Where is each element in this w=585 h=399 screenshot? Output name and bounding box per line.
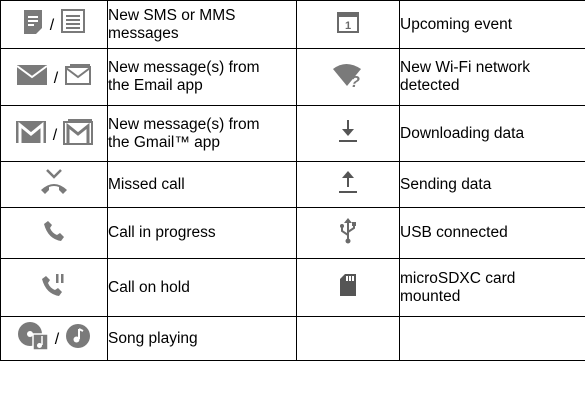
table-row: / New SMS or MMS messages 1 Upcoming eve… — [0, 0, 585, 49]
icon-cell — [0, 258, 108, 317]
upload-icon — [338, 170, 358, 194]
description-cell: Sending data — [399, 161, 585, 208]
description-cell: Song playing — [107, 316, 297, 361]
icon-cell — [296, 258, 400, 317]
description-cell: USB connected — [399, 207, 585, 259]
table-row: Missed call Sending data — [0, 161, 585, 208]
icon-cell: / — [0, 48, 108, 106]
description-cell: Upcoming event — [399, 0, 585, 49]
separator: / — [49, 17, 55, 34]
email-icon — [16, 64, 48, 86]
gmail-icon — [15, 120, 47, 144]
status-icons-table: / New SMS or MMS messages 1 Upcoming eve… — [0, 0, 585, 361]
call-icon — [43, 220, 65, 242]
table-row: / New message(s) from the Gmail™ app Dow… — [0, 105, 585, 162]
calendar-icon: 1 — [337, 11, 359, 33]
table-row: / New message(s) from the Email app ? Ne… — [0, 48, 585, 106]
svg-text:?: ? — [350, 74, 360, 88]
email-outline-icon — [64, 63, 92, 86]
description-cell: New Wi-Fi network detected — [399, 48, 585, 106]
description-cell: New message(s) from the Email app — [107, 48, 297, 106]
sd-card-icon — [339, 273, 357, 297]
music-note-disc-icon — [17, 321, 49, 351]
table-row: Call on hold microSDXC card mounted — [0, 258, 585, 317]
description-cell: Call in progress — [107, 207, 297, 259]
icon-cell: 1 — [296, 0, 400, 49]
icon-cell — [0, 207, 108, 259]
icon-cell — [296, 105, 400, 162]
description-cell: microSDXC card mounted — [399, 258, 585, 317]
usb-icon — [337, 217, 359, 244]
description-cell: New SMS or MMS messages — [107, 0, 297, 49]
download-icon — [338, 119, 358, 143]
icon-cell — [0, 161, 108, 208]
icon-cell: / — [0, 105, 108, 162]
separator: / — [53, 69, 59, 87]
sms-outline-icon — [60, 9, 86, 35]
icon-cell-empty — [296, 316, 400, 361]
description-cell-empty — [399, 316, 585, 361]
wifi-question-icon: ? — [332, 62, 364, 88]
icon-cell: ? — [296, 48, 400, 106]
icon-cell — [296, 207, 400, 259]
description-cell: Missed call — [107, 161, 297, 208]
icon-cell — [296, 161, 400, 208]
sms-icon — [22, 9, 44, 35]
description-cell: New message(s) from the Gmail™ app — [107, 105, 297, 162]
description-cell: Call on hold — [107, 258, 297, 317]
table-row: / Song playing — [0, 316, 585, 361]
icon-cell: / — [0, 316, 108, 361]
gmail-outline-icon — [63, 118, 94, 145]
missed-call-icon — [39, 168, 69, 196]
description-cell: Downloading data — [399, 105, 585, 162]
music-note-icon — [65, 323, 91, 349]
call-hold-icon — [41, 273, 67, 297]
icon-cell: / — [0, 0, 108, 49]
svg-text:1: 1 — [345, 20, 351, 32]
separator: / — [52, 126, 58, 144]
separator: / — [54, 331, 60, 348]
table-row: Call in progress USB connected — [0, 207, 585, 259]
